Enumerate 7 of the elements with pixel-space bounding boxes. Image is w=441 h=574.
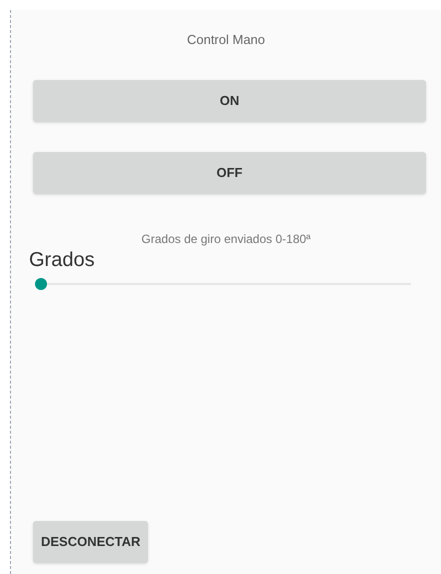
- toggle-button[interactable]: ON: [33, 80, 426, 122]
- caption: Grados de giro enviados 0-180ª: [141, 230, 311, 248]
- screen-title: Control Mano: [186, 31, 266, 49]
- toggle-button[interactable]: OFF: [33, 152, 426, 194]
- disconnect-button[interactable]: DESCONECTAR: [33, 521, 148, 563]
- slider-thumb[interactable]: [35, 278, 47, 290]
- slider-label: Grados: [29, 248, 95, 272]
